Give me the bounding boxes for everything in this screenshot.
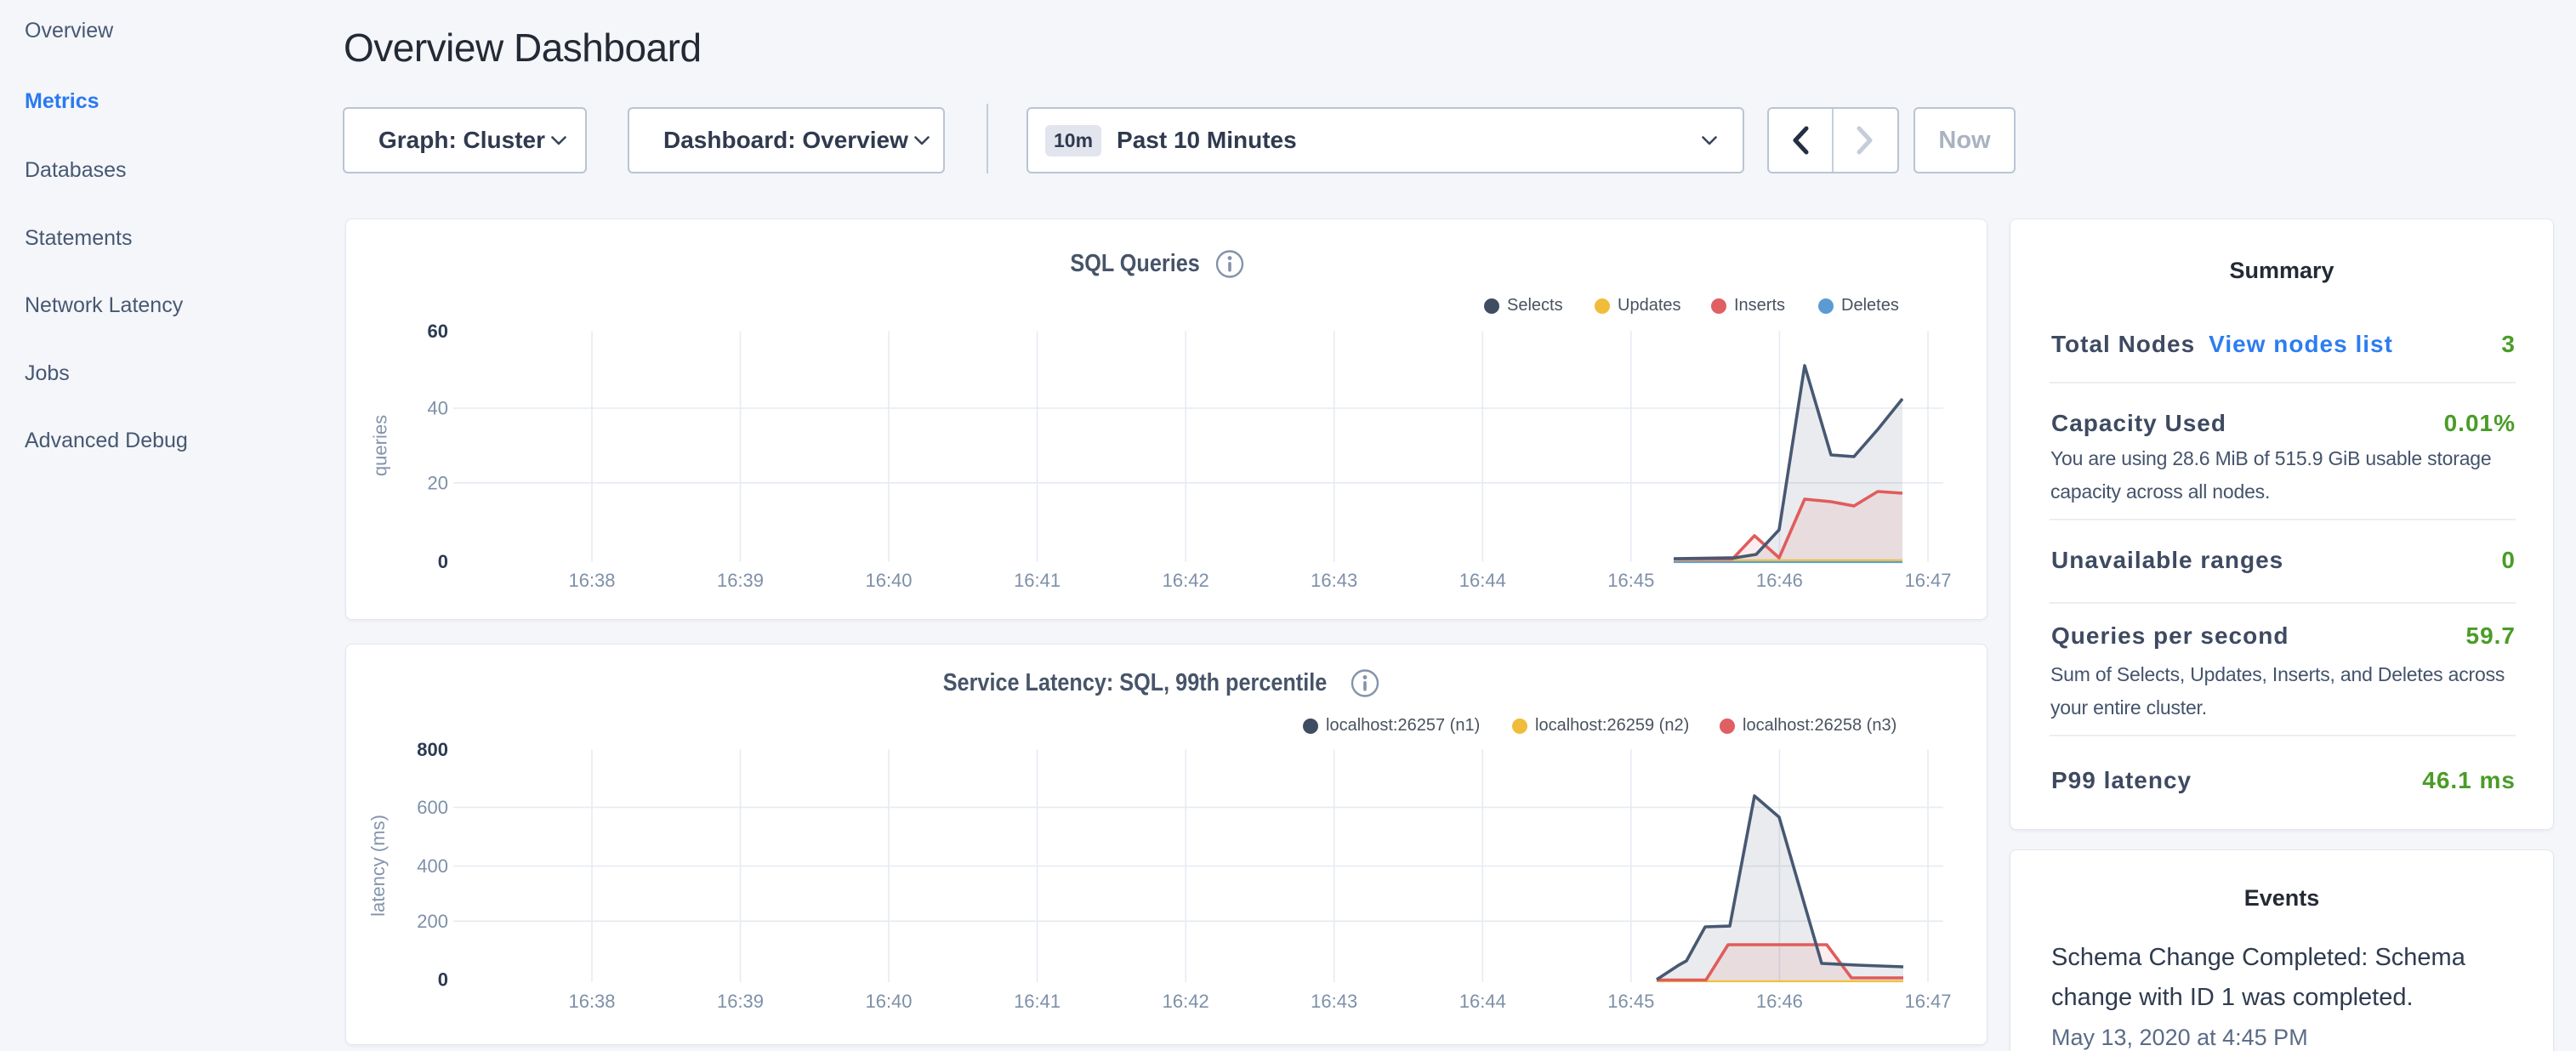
svg-text:16:42: 16:42 bbox=[1163, 570, 1209, 591]
svg-text:800: 800 bbox=[417, 739, 448, 760]
svg-text:600: 600 bbox=[417, 797, 448, 818]
svg-text:16:44: 16:44 bbox=[1459, 570, 1506, 591]
svg-text:16:39: 16:39 bbox=[717, 991, 764, 1012]
svg-text:16:41: 16:41 bbox=[1014, 570, 1061, 591]
svg-text:16:38: 16:38 bbox=[568, 570, 615, 591]
svg-text:16:47: 16:47 bbox=[1904, 570, 1951, 591]
svg-text:16:43: 16:43 bbox=[1311, 570, 1357, 591]
svg-text:20: 20 bbox=[428, 472, 448, 493]
svg-text:200: 200 bbox=[417, 911, 448, 932]
svg-text:0: 0 bbox=[438, 969, 448, 991]
svg-text:16:42: 16:42 bbox=[1163, 991, 1209, 1012]
svg-text:400: 400 bbox=[417, 855, 448, 877]
svg-text:16:39: 16:39 bbox=[717, 570, 764, 591]
svg-text:latency (ms): latency (ms) bbox=[367, 815, 389, 917]
svg-text:0: 0 bbox=[438, 551, 448, 572]
svg-text:16:45: 16:45 bbox=[1607, 570, 1654, 591]
svg-text:queries: queries bbox=[370, 415, 391, 476]
svg-text:40: 40 bbox=[428, 398, 448, 419]
svg-text:16:40: 16:40 bbox=[865, 570, 912, 591]
svg-text:16:45: 16:45 bbox=[1607, 991, 1654, 1012]
svg-text:16:46: 16:46 bbox=[1756, 991, 1803, 1012]
svg-text:16:41: 16:41 bbox=[1014, 991, 1061, 1012]
svg-text:16:47: 16:47 bbox=[1904, 991, 1951, 1012]
svg-text:16:44: 16:44 bbox=[1459, 991, 1506, 1012]
svg-text:16:38: 16:38 bbox=[568, 991, 615, 1012]
svg-text:16:43: 16:43 bbox=[1311, 991, 1357, 1012]
svg-text:16:46: 16:46 bbox=[1756, 570, 1803, 591]
svg-text:60: 60 bbox=[428, 321, 448, 342]
svg-text:16:40: 16:40 bbox=[865, 991, 912, 1012]
